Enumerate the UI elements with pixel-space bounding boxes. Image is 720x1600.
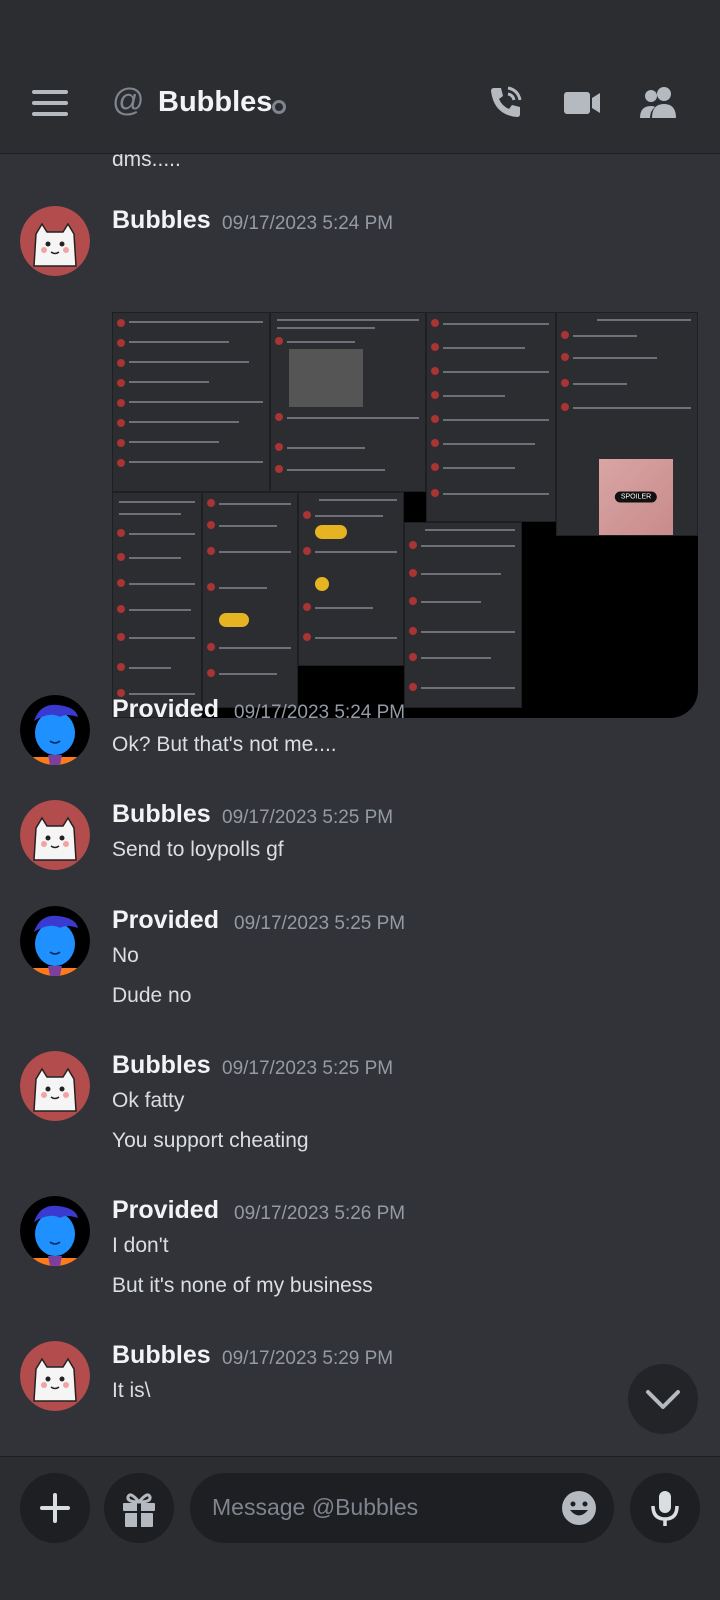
message-text: Ok? But that's not me.... <box>112 733 337 756</box>
channel-header: @ Bubbles <box>0 50 720 154</box>
message-timestamp: 09/17/2023 5:25 PM <box>222 807 394 828</box>
phone-call-icon[interactable] <box>486 82 526 122</box>
message-group: Bubbles 09/17/2023 5:25 PM Send to loypo… <box>0 800 720 880</box>
message-text: It is\ <box>112 1379 151 1402</box>
avatar[interactable] <box>20 800 90 870</box>
message-input[interactable]: Message @Bubbles <box>190 1473 614 1543</box>
message-timestamp: 09/17/2023 5:24 PM <box>222 213 394 234</box>
chevron-down-icon <box>646 1390 680 1409</box>
status-offline-icon <box>272 100 286 114</box>
message-group: Provided 09/17/2023 5:25 PM No Dude no <box>0 906 720 1026</box>
dm-title[interactable]: Bubbles <box>158 86 272 119</box>
avatar[interactable] <box>20 1341 90 1411</box>
plus-icon <box>40 1493 70 1523</box>
message-text: You support cheating <box>112 1129 309 1152</box>
message-timestamp: 09/17/2023 5:29 PM <box>222 1348 394 1369</box>
message-timestamp: 09/17/2023 5:25 PM <box>222 1058 394 1079</box>
message-input-placeholder: Message @Bubbles <box>212 1494 419 1520</box>
message-text: Ok fatty <box>112 1089 185 1112</box>
spoiler-image[interactable]: SPOILER <box>599 459 673 535</box>
hamburger-icon[interactable] <box>32 90 68 116</box>
message-author[interactable]: Bubbles <box>112 800 211 829</box>
message-composer: Message @Bubbles <box>0 1456 720 1600</box>
screenshot-thumbnail <box>404 522 522 708</box>
jump-to-bottom-button[interactable] <box>628 1364 698 1434</box>
message-author[interactable]: Bubbles <box>112 1341 211 1370</box>
voice-message-button[interactable] <box>630 1473 700 1543</box>
avatar[interactable] <box>20 906 90 976</box>
message-author[interactable]: Provided <box>112 695 219 724</box>
emoji-image <box>315 525 347 539</box>
screenshot-thumbnail <box>112 492 202 718</box>
message-group: Provided 09/17/2023 5:26 PM I don't But … <box>0 1196 720 1316</box>
screenshot-thumbnail <box>202 492 298 708</box>
message-group: Bubbles 09/17/2023 5:25 PM Ok fatty You … <box>0 1051 720 1171</box>
gift-button[interactable] <box>104 1473 174 1543</box>
message-text: I don't <box>112 1234 169 1257</box>
image-attachment[interactable]: SPOILER <box>112 312 698 718</box>
smile-icon[interactable] <box>560 1489 598 1527</box>
message-text: No <box>112 944 139 967</box>
avatar[interactable] <box>20 1196 90 1266</box>
message-feed[interactable]: dms..... Bubbles 09/17/2023 5:24 PM SPOI… <box>0 154 720 1456</box>
at-icon: @ <box>112 82 145 118</box>
spoiler-label: SPOILER <box>614 491 658 503</box>
screenshot-thumbnail <box>426 312 556 522</box>
message-text: But it's none of my business <box>112 1274 373 1297</box>
message-group: Provided 09/17/2023 5:24 PM Ok? But that… <box>0 695 720 775</box>
message-group: Bubbles 09/17/2023 5:24 PM SPOILER <box>0 206 720 726</box>
microphone-icon <box>651 1491 679 1526</box>
message-author[interactable]: Provided <box>112 1196 219 1225</box>
message-author[interactable]: Bubbles <box>112 1051 211 1080</box>
avatar[interactable] <box>20 695 90 765</box>
message-text: Send to loypolls gf <box>112 838 284 861</box>
message-timestamp: 09/17/2023 5:26 PM <box>234 1203 406 1224</box>
message-timestamp: 09/17/2023 5:25 PM <box>234 913 406 934</box>
add-attachment-button[interactable] <box>20 1473 90 1543</box>
message-text: Dude no <box>112 984 192 1007</box>
screenshot-thumbnail <box>270 312 426 492</box>
avatar[interactable] <box>20 1051 90 1121</box>
message-group: Bubbles 09/17/2023 5:29 PM It is\ <box>0 1341 720 1421</box>
message-text: dms..... <box>112 154 181 171</box>
status-bar <box>0 0 720 50</box>
screenshot-thumbnail <box>112 312 270 492</box>
emoji-image <box>219 613 249 627</box>
gift-icon <box>123 1493 155 1527</box>
message-timestamp: 09/17/2023 5:24 PM <box>234 702 406 723</box>
screenshot-thumbnail <box>298 492 404 666</box>
avatar[interactable] <box>20 206 90 276</box>
video-camera-icon[interactable] <box>562 82 602 122</box>
screenshot-thumbnail: SPOILER <box>556 312 698 536</box>
emoji-image <box>315 577 329 591</box>
members-icon[interactable] <box>638 82 678 122</box>
message-author[interactable]: Provided <box>112 906 219 935</box>
embedded-image <box>289 349 363 407</box>
message-author[interactable]: Bubbles <box>112 206 211 235</box>
